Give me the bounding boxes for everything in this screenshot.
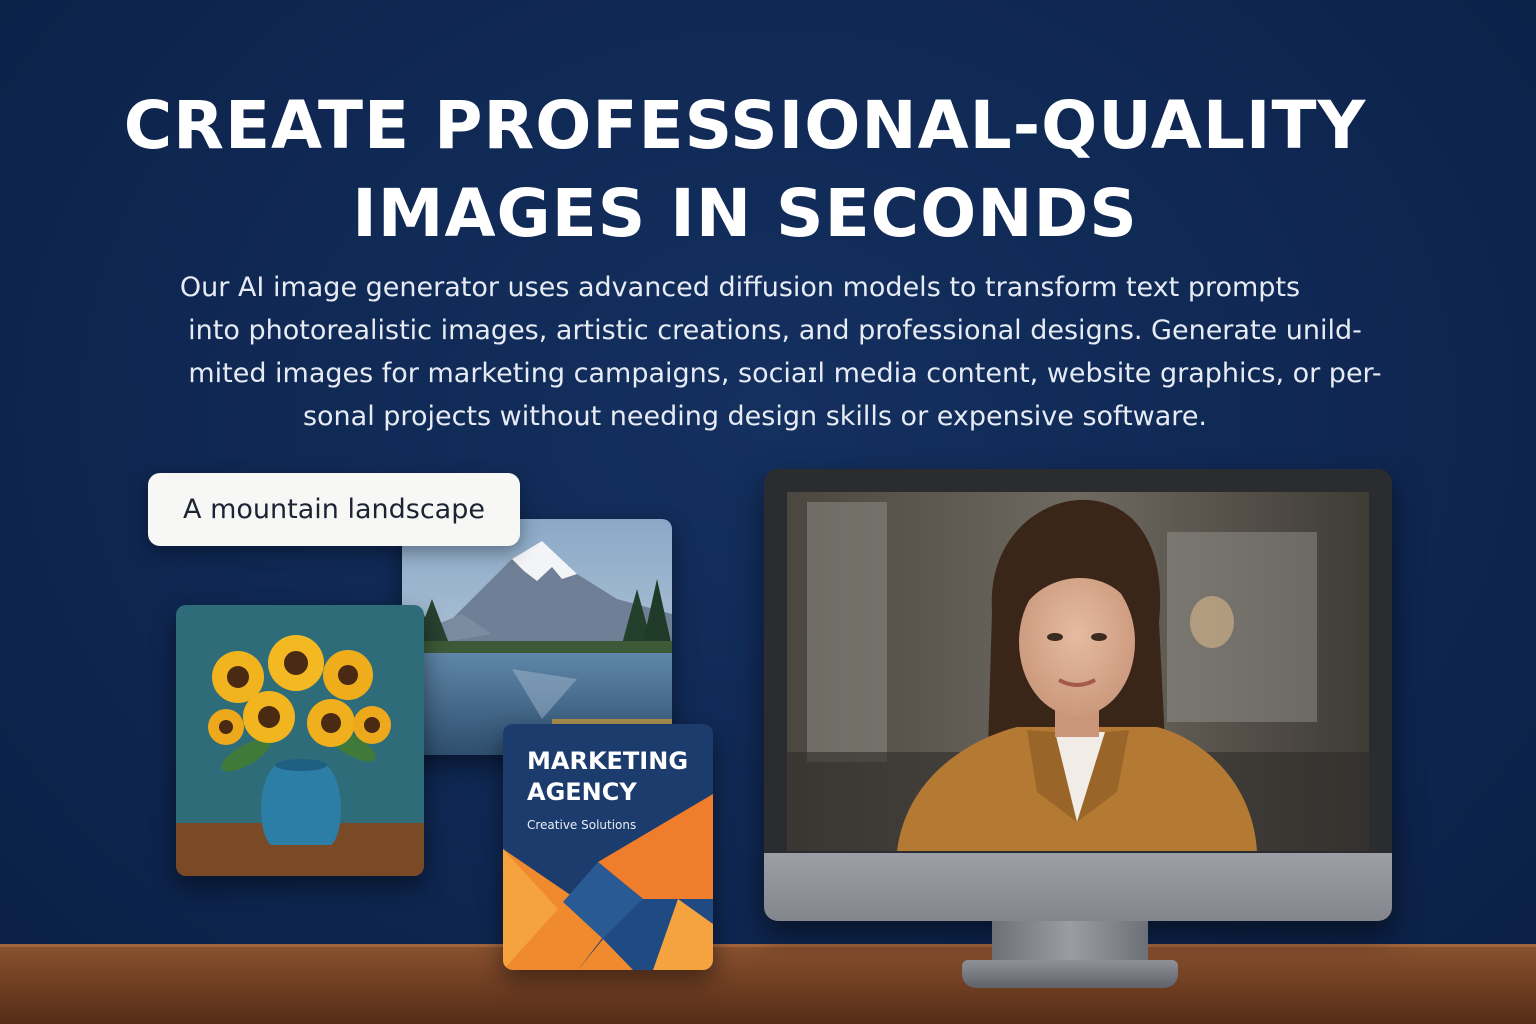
mountain-illustration <box>402 519 672 755</box>
hero-description: Our AI image generator uses advanced dif… <box>130 266 1420 438</box>
monitor-chin <box>764 853 1392 921</box>
desk-edge <box>0 944 1536 947</box>
monitor-screen <box>787 492 1369 851</box>
monitor-stand-neck <box>992 921 1148 965</box>
description-line-1: Our AI image generator uses advanced dif… <box>179 272 1301 303</box>
headline-line-1: CREATE PROFESSIONAL-QUALITY <box>123 87 1367 164</box>
portrait-illustration <box>787 492 1369 851</box>
description-line-4: sonal projects without needing design sk… <box>302 401 1208 432</box>
description-line-2: into photorealistic images, artistic cre… <box>188 315 1362 346</box>
headline-line-2: IMAGES IN SECONDS <box>352 175 1138 252</box>
mountain-landscape-image <box>402 519 672 755</box>
wooden-desk <box>0 944 1536 1024</box>
sunflower-illustration <box>176 605 424 876</box>
agency-title-line-2: AGENCY <box>527 778 637 806</box>
agency-title-line-1: MARKETING <box>527 747 689 775</box>
page-title: CREATE PROFESSIONAL-QUALITY IMAGES IN SE… <box>0 82 1490 258</box>
agency-subtitle: Creative Solutions <box>527 818 637 832</box>
description-line-3: mited images for marketing campaigns, so… <box>188 358 1382 389</box>
desktop-monitor <box>764 469 1392 921</box>
marketing-agency-design: MARKETING AGENCY Creative Solutions <box>503 724 713 970</box>
prompt-example-chip: A mountain landscape <box>148 473 520 546</box>
prompt-example-text: A mountain landscape <box>183 494 485 525</box>
agency-title: MARKETING AGENCY <box>527 746 688 808</box>
sunflower-still-life-image <box>176 605 424 876</box>
monitor-stand-base <box>962 960 1178 988</box>
